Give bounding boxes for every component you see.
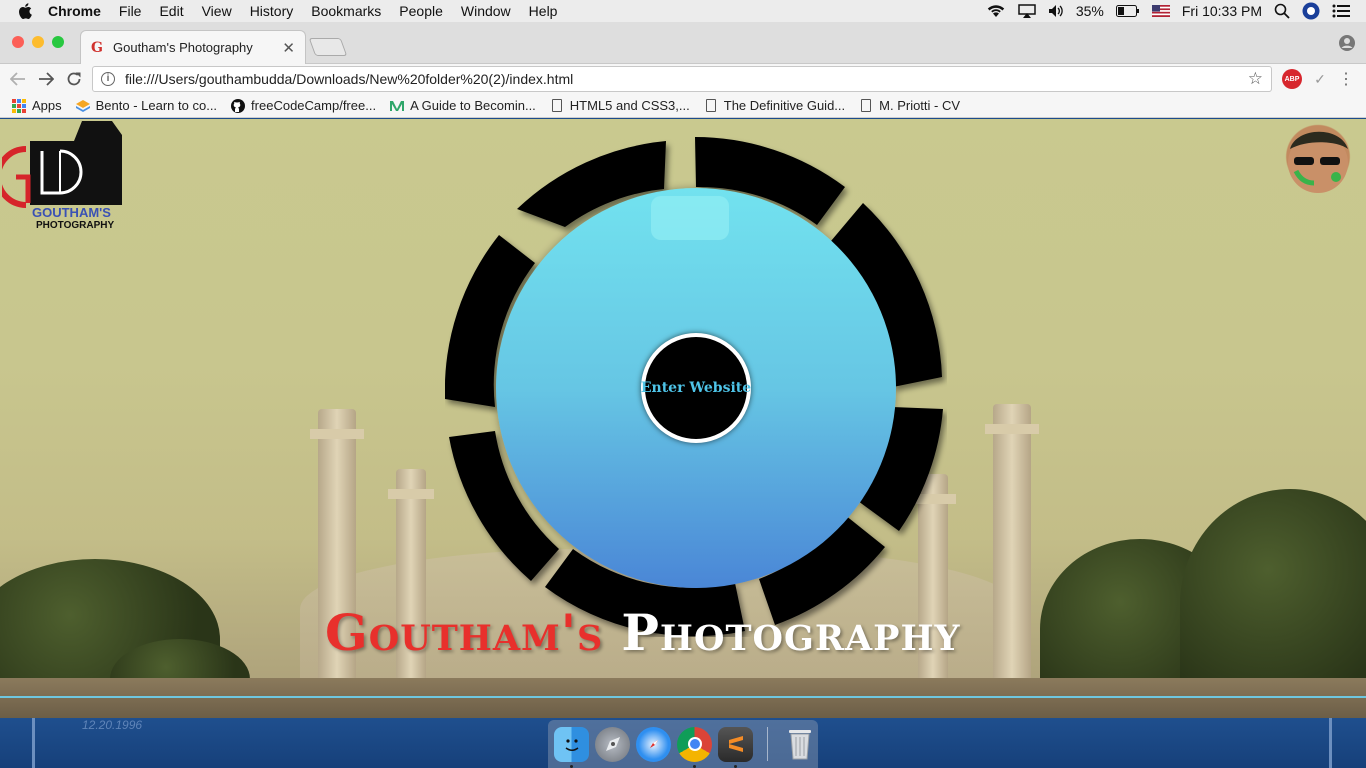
- sublime-text-icon[interactable]: [718, 726, 753, 768]
- battery-icon[interactable]: [1115, 5, 1140, 17]
- tab-close-icon[interactable]: ✕: [282, 39, 295, 57]
- chrome-icon[interactable]: [677, 726, 712, 768]
- site-info-icon[interactable]: i: [101, 72, 115, 86]
- reload-icon[interactable]: [60, 65, 88, 93]
- menu-view[interactable]: View: [202, 3, 232, 19]
- adblock-plus-icon[interactable]: ABP: [1282, 69, 1302, 89]
- user-account-icon[interactable]: [1302, 2, 1320, 20]
- bookmark-priotti-cv[interactable]: M. Priotti - CV: [859, 98, 960, 113]
- brand-name-part1: Goutham's: [325, 603, 604, 662]
- bookmark-freecodecamp[interactable]: freeCodeCamp/free...: [231, 98, 376, 113]
- close-window-button[interactable]: [12, 36, 24, 48]
- bookmark-star-icon[interactable]: ☆: [1248, 69, 1263, 89]
- medium-icon: [390, 99, 405, 113]
- checkmark-extension-icon[interactable]: ✓: [1310, 69, 1330, 89]
- github-icon: [231, 98, 246, 113]
- bookmark-label: Apps: [32, 98, 62, 113]
- menu-history[interactable]: History: [250, 3, 294, 19]
- status-area: 35% Fri 10:33 PM: [986, 0, 1350, 22]
- bookmark-definitive-guide[interactable]: The Definitive Guid...: [704, 98, 845, 113]
- spotlight-search-icon[interactable]: [1274, 3, 1290, 19]
- bookmark-apps[interactable]: Apps: [12, 98, 62, 113]
- site-favicon-icon: G: [91, 39, 103, 56]
- enter-website-button[interactable]: Enter Website: [641, 333, 751, 443]
- menu-help[interactable]: Help: [529, 3, 558, 19]
- apple-icon[interactable]: [18, 3, 32, 19]
- url-text[interactable]: file:///Users/gouthambudda/Downloads/New…: [125, 71, 1248, 87]
- bookmark-label: Bento - Learn to co...: [95, 98, 218, 113]
- bookmark-label: freeCodeCamp/free...: [251, 98, 377, 113]
- bookmark-html5-css3[interactable]: HTML5 and CSS3,...: [550, 98, 690, 113]
- menu-file[interactable]: File: [119, 3, 142, 19]
- new-tab-button[interactable]: [308, 38, 348, 56]
- brand-name-part2: Photography: [621, 603, 961, 662]
- menu-bookmarks[interactable]: Bookmarks: [311, 3, 381, 19]
- bento-icon: [75, 99, 90, 113]
- zoom-window-button[interactable]: [52, 36, 64, 48]
- inner-glare: [651, 196, 729, 240]
- dock: [548, 720, 818, 768]
- battery-percent: 35%: [1075, 3, 1104, 19]
- chrome-menu-icon[interactable]: ⋮: [1336, 69, 1356, 89]
- logo-text-top: GOUTHAM'S: [32, 205, 111, 220]
- airplay-icon[interactable]: [1018, 4, 1036, 18]
- tab-gouthams-photography[interactable]: G Goutham's Photography ✕: [80, 30, 306, 64]
- menu-bar: Chrome File Edit View History Bookmarks …: [0, 0, 1366, 22]
- document-icon: [859, 99, 873, 113]
- tab-title: Goutham's Photography: [113, 40, 253, 55]
- brand-heading: Goutham's Photography: [325, 603, 1065, 663]
- document-icon: [704, 99, 718, 113]
- site-logo[interactable]: GOUTHAM'S PHOTOGRAPHY: [2, 121, 126, 229]
- menu-edit[interactable]: Edit: [159, 3, 183, 19]
- bookmark-bento[interactable]: Bento - Learn to co...: [75, 98, 218, 113]
- finder-icon[interactable]: [554, 726, 589, 768]
- bookmark-label: M. Priotti - CV: [879, 98, 961, 113]
- forward-arrow-icon[interactable]: [32, 65, 60, 93]
- avatar[interactable]: [1276, 119, 1360, 203]
- menu-people[interactable]: People: [399, 3, 443, 19]
- browser-toolbar: i file:///Users/gouthambudda/Downloads/N…: [0, 64, 1366, 94]
- volume-icon[interactable]: [1048, 4, 1064, 18]
- minimize-window-button[interactable]: [32, 36, 44, 48]
- tab-strip: G Goutham's Photography ✕: [0, 22, 1366, 64]
- bookmarks-bar: Apps Bento - Learn to co... freeCodeCamp…: [0, 94, 1366, 118]
- document-icon: [550, 99, 564, 113]
- wifi-icon[interactable]: [986, 4, 1006, 18]
- bookmark-label: HTML5 and CSS3,...: [569, 98, 690, 113]
- notification-center-icon[interactable]: [1332, 4, 1350, 18]
- launchpad-icon[interactable]: [595, 726, 630, 762]
- trash-icon[interactable]: [782, 727, 817, 762]
- apps-grid-icon: [12, 98, 26, 113]
- menu-app-chrome[interactable]: Chrome: [48, 3, 101, 19]
- back-arrow-icon[interactable]: [4, 65, 32, 93]
- us-flag-icon[interactable]: [1151, 5, 1170, 17]
- clock[interactable]: Fri 10:33 PM: [1182, 3, 1262, 19]
- page-content: GOUTHAM'S PHOTOGRAPHY Enter Website Gout…: [0, 119, 1366, 718]
- window-controls: [12, 36, 64, 48]
- bookmark-label: The Definitive Guid...: [723, 98, 846, 113]
- address-bar[interactable]: i file:///Users/gouthambudda/Downloads/N…: [92, 66, 1272, 92]
- profile-icon[interactable]: [1338, 34, 1356, 55]
- divider-line: [0, 696, 1366, 698]
- safari-icon[interactable]: [636, 726, 671, 762]
- bookmark-label: A Guide to Becomin...: [410, 98, 536, 113]
- logo-text-bottom: PHOTOGRAPHY: [36, 220, 114, 229]
- bookmark-guide[interactable]: A Guide to Becomin...: [390, 98, 536, 113]
- menu-window[interactable]: Window: [461, 3, 511, 19]
- desktop-date-label: 12.20.1996: [82, 718, 143, 732]
